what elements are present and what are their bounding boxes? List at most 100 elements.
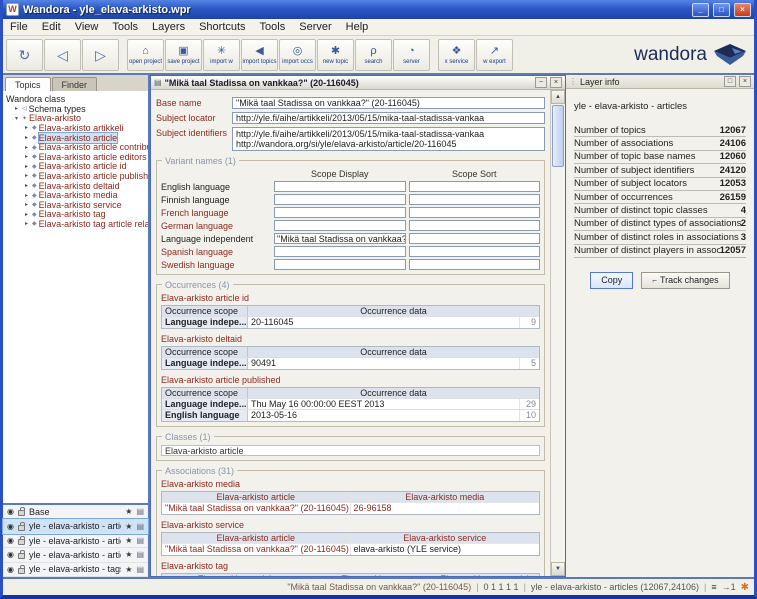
- expander-icon[interactable]: ▸: [23, 163, 30, 170]
- back-button[interactable]: ◁: [44, 39, 81, 71]
- star-icon[interactable]: ★: [125, 536, 132, 545]
- class-item[interactable]: Elava-arkisto article: [161, 445, 540, 456]
- tab-topics[interactable]: Topics: [5, 77, 51, 91]
- variant-display-input[interactable]: [274, 220, 406, 231]
- variant-display-input[interactable]: [274, 194, 406, 205]
- tree-item-media[interactable]: ▸◆Elava-arkisto media: [6, 190, 148, 200]
- menu-layers[interactable]: Layers: [145, 21, 192, 33]
- variant-display-input[interactable]: [274, 246, 406, 257]
- panel-minimize-button[interactable]: −: [535, 77, 547, 88]
- variant-display-input[interactable]: [274, 181, 406, 192]
- tree-item-artikkeli[interactable]: ▸◆Elava-arkisto artikkeli: [6, 123, 148, 133]
- subject-identifier[interactable]: http://yle.fi/aihe/artikkeli/2013/05/15/…: [236, 129, 484, 139]
- expander-icon[interactable]: ▸: [13, 105, 20, 112]
- tree-item-tag[interactable]: ▸◆Elava-arkisto tag: [6, 210, 148, 220]
- occurrence-row[interactable]: English language2013-05-1610: [162, 410, 539, 421]
- occurrence-row[interactable]: Language indepe...20-1160459: [162, 317, 539, 328]
- reload-button[interactable]: ↻: [6, 39, 43, 71]
- eye-icon[interactable]: ◉: [7, 522, 14, 531]
- tree-root-wandora-class[interactable]: Wandora class: [6, 94, 148, 104]
- occurrence-data[interactable]: 90491: [248, 358, 519, 369]
- layer-grid-icon[interactable]: ▤: [136, 565, 144, 574]
- open-project-button[interactable]: ⌂open project: [127, 39, 164, 71]
- variant-display-input[interactable]: [274, 259, 406, 270]
- menu-help[interactable]: Help: [339, 21, 376, 33]
- menu-view[interactable]: View: [68, 21, 106, 33]
- occurrence-data[interactable]: Thu May 16 00:00:00 EEST 2013: [248, 399, 519, 409]
- subject-identifier[interactable]: http://wandora.org/si/yle/elava-arkisto/…: [236, 139, 456, 149]
- window-titlebar[interactable]: W Wandora - yle_elava-arkisto.wpr _ □ ×: [3, 0, 754, 19]
- occurrence-row[interactable]: Language indepe...904915: [162, 358, 539, 369]
- vertical-scrollbar[interactable]: ▲ ▼: [550, 90, 565, 576]
- variant-sort-input[interactable]: [409, 246, 541, 257]
- topic-tree[interactable]: Wandora class ▸◁Schema types ▾✦Elava-ark…: [3, 91, 148, 503]
- layer-grid-icon[interactable]: ▤: [136, 550, 144, 559]
- variant-sort-input[interactable]: [409, 181, 541, 192]
- expander-icon[interactable]: ▸: [23, 211, 30, 218]
- import-button[interactable]: ✳import w: [203, 39, 240, 71]
- association-player[interactable]: "Mikä taal Stadissa on vankkaa?" (20-116…: [162, 544, 351, 555]
- import-occs-button[interactable]: ◎import occs: [279, 39, 316, 71]
- lock-icon[interactable]: [18, 568, 25, 574]
- close-button[interactable]: ×: [734, 3, 751, 17]
- layers-icon[interactable]: ≡: [711, 582, 716, 592]
- variant-sort-input[interactable]: [409, 207, 541, 218]
- eye-icon[interactable]: ◉: [7, 565, 14, 574]
- expander-icon[interactable]: ▸: [23, 201, 30, 208]
- association-row[interactable]: "Mikä taal Stadissa on vankkaa?" (20-116…: [162, 503, 539, 514]
- save-project-button[interactable]: ▣save project: [165, 39, 202, 71]
- layer-info-titlebar[interactable]: ⋮ Layer info □ ×: [566, 75, 754, 89]
- association-type[interactable]: Elava-arkisto service: [161, 520, 540, 530]
- variant-sort-input[interactable]: [409, 194, 541, 205]
- panel-close-button[interactable]: ×: [739, 76, 751, 87]
- subject-identifiers-box[interactable]: http://yle.fi/aihe/artikkeli/2013/05/15/…: [232, 127, 545, 151]
- tree-item-article[interactable]: ▸◆Elava-arkisto article: [6, 133, 148, 143]
- association-row[interactable]: "Mikä taal Stadissa on vankkaa?" (20-116…: [162, 544, 539, 555]
- menu-edit[interactable]: Edit: [35, 21, 68, 33]
- tree-item-article-contributors[interactable]: ▸◆Elava-arkisto article contributors: [6, 142, 148, 152]
- expander-icon[interactable]: ▸: [23, 182, 30, 189]
- lock-icon[interactable]: [18, 510, 25, 516]
- expander-icon[interactable]: ▾: [13, 115, 20, 122]
- association-type[interactable]: Elava-arkisto media: [161, 479, 540, 489]
- scrollbar-thumb[interactable]: [552, 105, 564, 167]
- occurrence-data[interactable]: 20-116045: [248, 317, 519, 328]
- variant-display-input[interactable]: [274, 207, 406, 218]
- expander-icon[interactable]: ▸: [23, 220, 30, 227]
- panel-restore-button[interactable]: □: [724, 76, 736, 87]
- expander-icon[interactable]: ▸: [23, 172, 30, 179]
- expander-icon[interactable]: ▸: [23, 153, 30, 160]
- association-type[interactable]: Elava-arkisto tag: [161, 561, 540, 571]
- import-topics-button[interactable]: ◀import topics: [241, 39, 278, 71]
- subject-locator-input[interactable]: http://yle.fi/aihe/artikkeli/2013/05/15/…: [232, 112, 545, 124]
- variant-display-input[interactable]: "Mikä taal Stadissa on vankkaa?": [274, 233, 406, 244]
- scroll-up-icon[interactable]: ▲: [551, 90, 565, 104]
- star-icon[interactable]: ★: [125, 522, 132, 531]
- tree-item-article-published[interactable]: ▸◆Elava-arkisto article published: [6, 171, 148, 181]
- menu-shortcuts[interactable]: Shortcuts: [192, 21, 252, 33]
- variant-sort-input[interactable]: [409, 259, 541, 270]
- layer-row-article-a[interactable]: ◉yle - elava-arkisto - article a★▤: [3, 534, 148, 548]
- search-button[interactable]: ρsearch: [355, 39, 392, 71]
- copy-button[interactable]: Copy: [590, 272, 633, 289]
- variant-sort-input[interactable]: [409, 220, 541, 231]
- association-player[interactable]: elava-arkisto (YLE service): [351, 544, 540, 555]
- topic-panel-titlebar[interactable]: ▤ "Mikä taal Stadissa on vankkaa?" (20-1…: [151, 76, 565, 90]
- menu-tools-2[interactable]: Tools: [253, 21, 293, 33]
- minimize-button[interactable]: _: [692, 3, 709, 17]
- tab-finder[interactable]: Finder: [52, 77, 98, 91]
- lock-icon[interactable]: [18, 553, 25, 559]
- server-button[interactable]: ◔server: [393, 39, 430, 71]
- expander-icon[interactable]: ▸: [23, 124, 30, 131]
- scroll-down-icon[interactable]: ▼: [551, 562, 565, 576]
- panel-close-button[interactable]: ×: [550, 77, 562, 88]
- track-changes-button[interactable]: ⌐Track changes: [641, 272, 729, 289]
- layer-grid-icon[interactable]: ▤: [136, 507, 144, 516]
- new-topic-button[interactable]: ✱new topic: [317, 39, 354, 71]
- tree-item-tag-article-relation[interactable]: ▸◆Elava-arkisto tag article relation: [6, 219, 148, 229]
- tree-item-deltaid[interactable]: ▸◆Elava-arkisto deltaid: [6, 181, 148, 191]
- tree-item-article-id[interactable]: ▸◆Elava-arkisto article id: [6, 162, 148, 172]
- variant-sort-input[interactable]: [409, 233, 541, 244]
- tree-item-article-editors[interactable]: ▸◆Elava-arkisto article editors: [6, 152, 148, 162]
- layer-row-article[interactable]: ◉yle - elava-arkisto - article★▤: [3, 548, 148, 562]
